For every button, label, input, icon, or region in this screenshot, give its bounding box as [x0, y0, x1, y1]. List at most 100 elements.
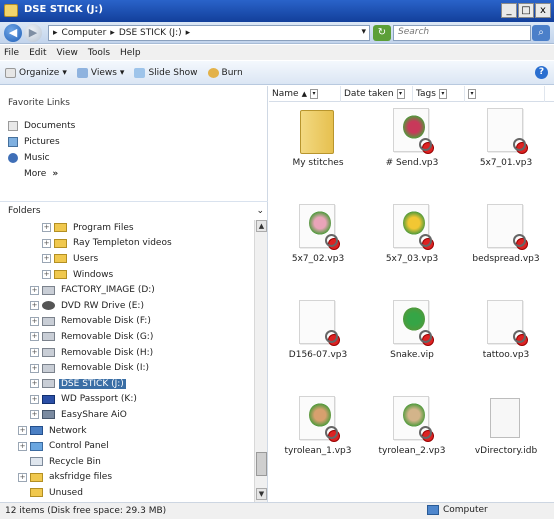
menu-view[interactable]: View — [57, 48, 78, 58]
file-item[interactable]: 5x7_02.vp3 — [272, 202, 364, 288]
chevron-down-icon[interactable]: ▾ — [361, 27, 366, 37]
expand-icon[interactable]: + — [30, 410, 39, 420]
tree-item[interactable]: + Removable Disk (G:) — [0, 329, 254, 345]
address-box[interactable]: ▸ Computer ▸ DSE STICK (J:) ▸ ▾ — [48, 25, 370, 41]
tree-item[interactable]: + Users — [0, 251, 254, 267]
tree-item[interactable]: + Network — [0, 423, 254, 439]
expand-icon[interactable]: + — [42, 238, 51, 248]
help-icon[interactable]: ? — [535, 66, 548, 79]
views-button[interactable]: Views ▾ — [76, 67, 124, 78]
breadcrumb-dse-stick[interactable]: DSE STICK (J:) — [119, 28, 182, 38]
expand-icon[interactable]: + — [18, 441, 27, 451]
column-date-taken[interactable]: Date taken ▾ — [341, 85, 413, 102]
tree-scrollbar[interactable]: ▲ ▼ — [254, 220, 267, 502]
expand-icon[interactable]: + — [30, 394, 39, 404]
file-item[interactable]: D156-07.vp3 — [272, 298, 364, 384]
expand-icon[interactable]: + — [42, 270, 51, 280]
organize-label: Organize — [19, 67, 60, 78]
file-item[interactable]: vDirectory.idb — [460, 394, 552, 480]
organize-button[interactable]: Organize ▾ — [5, 67, 67, 78]
maximize-button[interactable]: □ — [518, 3, 534, 18]
file-thumbnail — [390, 396, 434, 444]
computer-icon — [427, 505, 439, 515]
menu-edit[interactable]: Edit — [29, 48, 46, 58]
file-item[interactable]: # Send.vp3 — [366, 106, 458, 192]
burn-button[interactable]: Burn — [207, 67, 243, 78]
tree-item-label: Windows — [73, 269, 114, 280]
menu-help[interactable]: Help — [120, 48, 141, 58]
file-item[interactable]: tattoo.vp3 — [460, 298, 552, 384]
tree-item[interactable]: + Program Files — [0, 220, 254, 236]
tree-item-label: Network — [49, 425, 87, 436]
folders-header[interactable]: Folders ⌄ — [0, 201, 268, 219]
file-name: tyrolean_1.vp3 — [284, 446, 352, 456]
search-icon[interactable]: ⌕ — [532, 25, 550, 41]
control-panel-icon — [30, 441, 43, 451]
expand-icon[interactable]: + — [30, 332, 39, 342]
tree-item[interactable]: + Windows — [0, 267, 254, 283]
tree-item[interactable]: Recycle Bin — [0, 454, 254, 470]
expand-icon[interactable]: + — [30, 301, 39, 311]
expand-icon[interactable]: + — [30, 379, 39, 389]
expand-icon[interactable]: + — [18, 426, 27, 436]
fav-more[interactable]: More » — [8, 166, 75, 182]
tree-item[interactable]: + WD Passport (K:) — [0, 392, 254, 408]
scrollbar-thumb[interactable] — [256, 452, 267, 476]
expand-icon[interactable]: + — [18, 472, 27, 482]
tree-item[interactable]: + Ray Templeton videos — [0, 236, 254, 252]
column-extra-dropdown[interactable]: ▾ — [468, 88, 476, 99]
column-date-dropdown[interactable]: ▾ — [396, 88, 405, 99]
column-name[interactable]: Name ▲ ▾ — [269, 85, 341, 102]
file-item[interactable]: 5x7_03.vp3 — [366, 202, 458, 288]
file-item[interactable]: tyrolean_1.vp3 — [272, 394, 364, 480]
views-label: Views — [90, 67, 117, 78]
expand-icon[interactable]: + — [30, 316, 39, 326]
expand-icon[interactable]: + — [30, 363, 39, 373]
column-header: Name ▲ ▾ Date taken ▾ Tags ▾ ▾ — [269, 85, 554, 102]
fav-documents[interactable]: Documents — [8, 118, 75, 134]
column-name-dropdown[interactable]: ▾ — [309, 88, 318, 99]
scroll-down-icon[interactable]: ▼ — [256, 488, 267, 500]
tree-item[interactable]: + DVD RW Drive (E:) — [0, 298, 254, 314]
forward-button[interactable]: ▶ — [24, 24, 42, 42]
burn-icon — [207, 67, 219, 78]
tree-item[interactable]: + Control Panel — [0, 438, 254, 454]
close-button[interactable]: x — [535, 3, 551, 18]
file-item[interactable]: My stitches — [272, 106, 364, 192]
tree-item[interactable]: + aksfridge files — [0, 470, 254, 486]
file-item[interactable]: 5x7_01.vp3 — [460, 106, 552, 192]
slideshow-button[interactable]: Slide Show — [134, 67, 198, 78]
minimize-button[interactable]: _ — [501, 3, 517, 18]
tree-item[interactable]: + Removable Disk (H:) — [0, 345, 254, 361]
expand-icon[interactable]: + — [30, 285, 39, 295]
expand-icon[interactable]: + — [30, 348, 39, 358]
column-tags-dropdown[interactable]: ▾ — [438, 88, 447, 99]
tree-item[interactable]: + DSE STICK (J:) — [0, 376, 254, 392]
search-input[interactable]: Search — [393, 25, 531, 41]
file-item[interactable]: tyrolean_2.vp3 — [366, 394, 458, 480]
folder-icon — [54, 238, 67, 248]
column-extra[interactable]: ▾ — [465, 85, 545, 102]
menu-file[interactable]: File — [4, 48, 19, 58]
crumb-separator: ▸ — [185, 28, 191, 38]
fav-pictures[interactable]: Pictures — [8, 134, 75, 150]
breadcrumb-computer[interactable]: Computer — [62, 28, 107, 38]
tree-item[interactable]: + EasyShare AiO — [0, 407, 254, 423]
tree-item[interactable]: + FACTORY_IMAGE (D:) — [0, 282, 254, 298]
refresh-icon[interactable]: ↻ — [373, 25, 391, 41]
tree-item[interactable]: + Removable Disk (I:) — [0, 360, 254, 376]
file-item[interactable]: bedspread.vp3 — [460, 202, 552, 288]
column-tags[interactable]: Tags ▾ — [413, 85, 465, 102]
embroidery-design-icon — [403, 403, 425, 427]
file-item[interactable]: Snake.vip — [366, 298, 458, 384]
vp3-badge-icon — [513, 330, 528, 346]
fav-music[interactable]: Music — [8, 150, 75, 166]
tree-item[interactable]: Unused — [0, 485, 254, 501]
tree-item[interactable]: + Removable Disk (F:) — [0, 314, 254, 330]
expand-icon[interactable]: + — [42, 254, 51, 264]
expand-icon[interactable]: + — [42, 223, 51, 233]
scroll-up-icon[interactable]: ▲ — [256, 220, 267, 232]
back-button[interactable]: ◀ — [4, 24, 22, 42]
menu-tools[interactable]: Tools — [88, 48, 110, 58]
file-name: # Send.vp3 — [385, 158, 439, 168]
